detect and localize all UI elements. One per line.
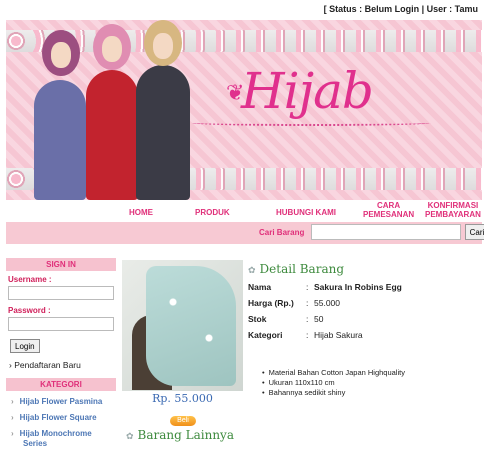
detail-key: Kategori (248, 330, 283, 340)
category-label: Hijab Monochrome (19, 428, 92, 438)
category-item[interactable]: › Hijab Flower Square (11, 413, 116, 423)
main-nav: HOME PRODUK HUBUNGI KAMI CARA PEMESANAN … (6, 200, 482, 222)
category-label: Hijab Flower Square (19, 412, 97, 422)
feature-item: Material Bahan Cotton Japan Highquality (262, 368, 405, 378)
header-banner: ❦ Hijab (6, 20, 482, 200)
feature-list: Material Bahan Cotton Japan Highquality … (262, 368, 405, 398)
kategori-heading: KATEGORI (6, 377, 116, 391)
chevron-right-icon: › (11, 396, 14, 406)
nav-konfirmasi-line2: PEMBAYARAN (425, 210, 481, 219)
login-status: [ Status : Belum Login | User : Tamu (323, 4, 478, 14)
leaf-icon: ✿ (248, 266, 256, 276)
chevron-right-icon: › (9, 359, 12, 370)
login-button[interactable]: Login (10, 339, 40, 353)
category-label: Hijab Flower Pasmina (19, 396, 103, 406)
model-face-1 (51, 42, 71, 68)
related-title: Barang Lainnya (137, 428, 234, 442)
product-image[interactable] (122, 260, 243, 391)
detail-value: Sakura In Robins Egg (314, 282, 402, 292)
search-button[interactable]: Cari (465, 224, 484, 240)
search-label: Cari Barang (259, 228, 305, 237)
nav-cara-line1: CARA (377, 201, 401, 210)
leaf-icon: ✿ (126, 432, 134, 442)
model-face-2 (102, 36, 122, 62)
detail-value: 55.000 (314, 298, 340, 308)
site-logo: Hijab (241, 62, 374, 120)
nav-home[interactable]: HOME (129, 208, 153, 217)
category-item[interactable]: › Hijab Flower Pasmina (11, 397, 116, 407)
nav-hubungi-kami[interactable]: HUBUNGI KAMI (276, 208, 336, 217)
sidebar: SIGN IN Username : Password : Login › Pe… (6, 258, 116, 458)
password-label: Password : (8, 306, 51, 315)
model-figure-3 (136, 65, 190, 200)
chevron-right-icon: › (11, 412, 14, 422)
model-figure-2 (86, 70, 138, 200)
nav-konfirmasi-pembayaran[interactable]: KONFIRMASI PEMBAYARAN (425, 201, 481, 219)
decorative-vine (191, 120, 431, 126)
buy-button[interactable]: Beli (170, 416, 196, 426)
search-bar: Cari Barang Cari (6, 222, 484, 244)
detail-heading: ✿ Detail Barang (248, 262, 344, 276)
nav-cara-pemesanan[interactable]: CARA PEMESANAN (363, 201, 414, 219)
product-price: Rp. 55.000 (152, 392, 213, 405)
model-face-3 (153, 33, 173, 59)
nav-cara-line2: PEMESANAN (363, 210, 415, 219)
model-figure-1 (34, 80, 86, 200)
category-item[interactable]: › Hijab Monochrome Series (11, 429, 116, 449)
register-link[interactable]: › Pendaftaran Baru (9, 360, 116, 370)
register-label: Pendaftaran Baru (14, 359, 81, 370)
nav-produk[interactable]: PRODUK (195, 208, 230, 217)
detail-key: Nama (248, 282, 272, 292)
signin-heading: SIGN IN (6, 258, 116, 271)
username-label: Username : (8, 275, 52, 284)
detail-key: Stok (248, 314, 267, 324)
search-input[interactable] (311, 224, 461, 240)
nav-konfirmasi-line1: KONFIRMASI (427, 201, 479, 210)
feature-item: Ukuran 110x110 cm (262, 378, 405, 388)
detail-title: Detail Barang (259, 262, 345, 276)
detail-value: Hijab Sakura (314, 330, 363, 340)
password-field[interactable] (8, 317, 114, 331)
detail-key: Harga (Rp.) (248, 298, 294, 308)
scarf-pattern (146, 266, 236, 386)
chevron-right-icon: › (11, 428, 14, 438)
detail-value: 50 (314, 314, 324, 324)
username-field[interactable] (8, 286, 114, 300)
feature-item: Bahannya sedikit shiny (262, 388, 405, 398)
related-heading: ✿ Barang Lainnya (126, 428, 234, 442)
category-label-continued: Series (23, 438, 48, 448)
